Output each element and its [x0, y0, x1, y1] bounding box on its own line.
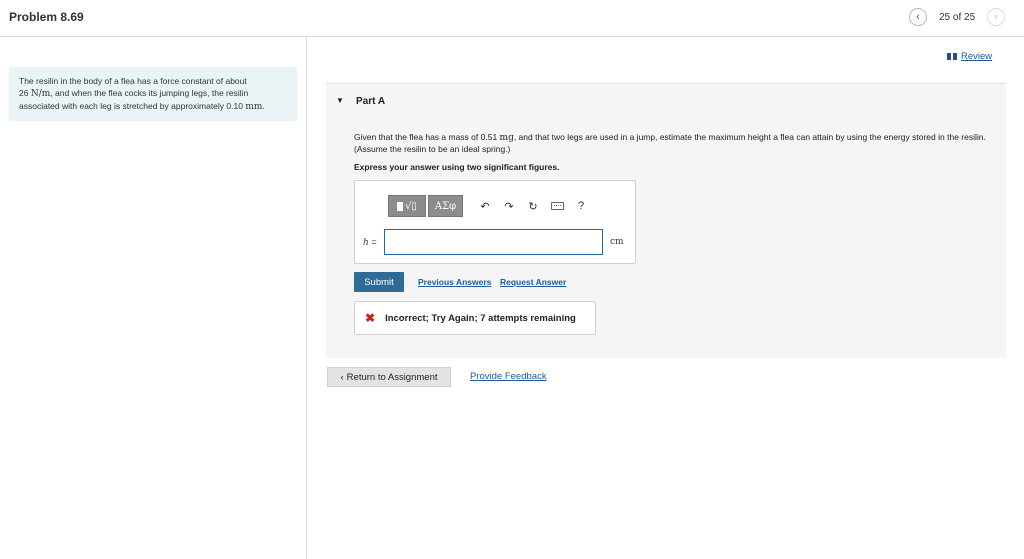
- undo-icon[interactable]: ↶: [473, 195, 497, 217]
- reset-icon[interactable]: ↻: [521, 195, 545, 217]
- answer-variable-label: h =: [363, 237, 377, 248]
- question-text: Given that the flea has a mass of 0.51 m…: [354, 132, 986, 154]
- keyboard-shortcuts-button[interactable]: [545, 195, 569, 217]
- previous-answers-link[interactable]: Previous Answers: [418, 277, 491, 287]
- stretch-unit: mm: [245, 102, 263, 112]
- problem-title: Problem 8.69: [9, 10, 84, 24]
- template-square-icon: [397, 201, 404, 211]
- mass-unit: mg: [499, 133, 514, 143]
- part-a-header[interactable]: ▼ Part A: [326, 84, 1006, 126]
- answer-unit: cm: [610, 237, 624, 247]
- feedback-text: Incorrect; Try Again; 7 attempts remaini…: [385, 312, 576, 324]
- chevron-right-icon: ›: [994, 11, 998, 23]
- submit-button[interactable]: Submit: [354, 272, 404, 292]
- help-button[interactable]: ?: [569, 195, 593, 217]
- problem-pager: 25 of 25: [939, 12, 976, 23]
- keyboard-icon: [550, 202, 564, 210]
- provide-feedback-link[interactable]: Provide Feedback: [470, 371, 547, 382]
- templates-button[interactable]: √▯: [388, 195, 426, 217]
- chevron-left-icon: ‹: [340, 371, 344, 383]
- book-icon: [947, 53, 957, 60]
- context-line-2: 26 N/m, and when the flea cocks its jump…: [19, 88, 249, 99]
- problem-context: The resilin in the body of a flea has a …: [9, 67, 297, 121]
- request-answer-link[interactable]: Request Answer: [500, 277, 566, 287]
- caret-down-icon: ▼: [336, 96, 344, 105]
- force-constant-unit: N/m: [30, 89, 51, 99]
- context-line-1: The resilin in the body of a flea has a …: [19, 76, 247, 86]
- part-title: Part A: [356, 96, 386, 107]
- redo-icon[interactable]: ↷: [497, 195, 521, 217]
- return-to-assignment-button[interactable]: ‹ Return to Assignment: [327, 367, 451, 387]
- chevron-left-icon: ‹: [916, 11, 920, 23]
- review-link[interactable]: Review: [947, 51, 992, 62]
- feedback-message: ✖ Incorrect; Try Again; 7 attempts remai…: [354, 301, 596, 335]
- answer-input[interactable]: [384, 229, 603, 255]
- symbols-button[interactable]: ΑΣφ: [428, 195, 463, 217]
- answer-instruction: Express your answer using two significan…: [354, 162, 560, 172]
- math-toolbar: √▯ ΑΣφ ↶ ↷ ↻ ?: [388, 194, 593, 218]
- incorrect-x-icon: ✖: [365, 311, 376, 325]
- next-problem-button[interactable]: ›: [987, 8, 1005, 26]
- previous-problem-button[interactable]: ‹: [909, 8, 927, 26]
- context-line-3: associated with each leg is stretched by…: [19, 101, 265, 112]
- header-bar: Problem 8.69 ‹ 25 of 25 ›: [0, 0, 1024, 37]
- answer-panel: √▯ ΑΣφ ↶ ↷ ↻ ? h = cm: [354, 180, 636, 264]
